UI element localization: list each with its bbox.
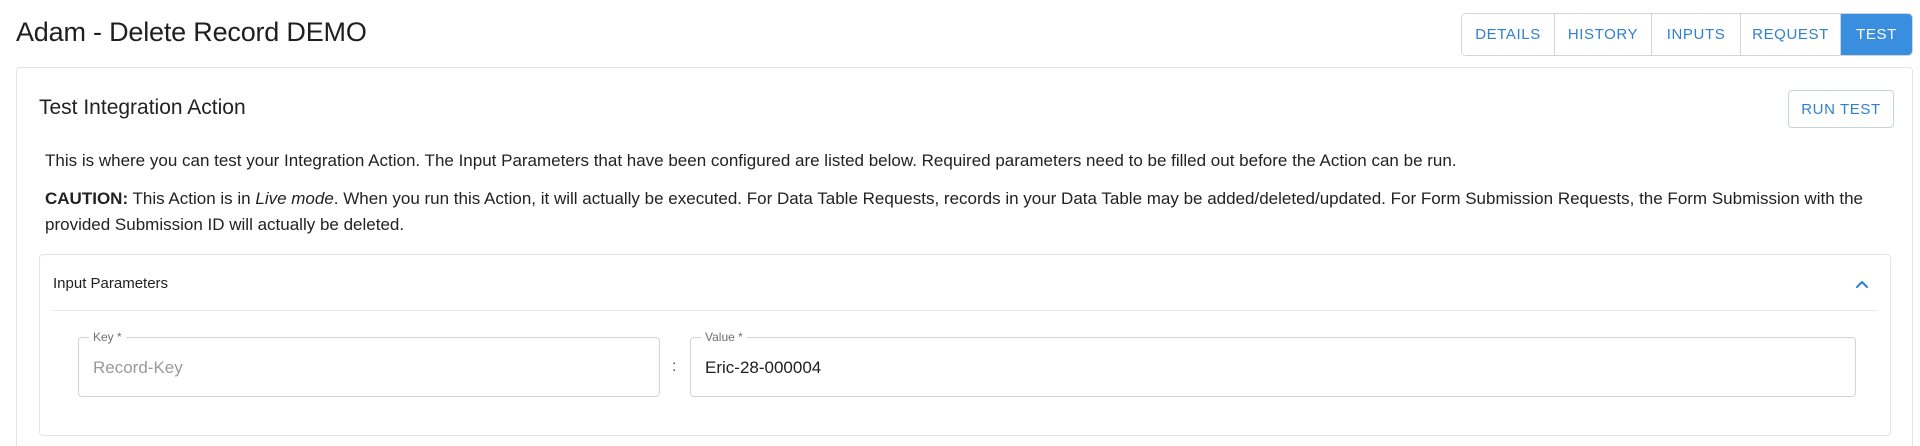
card-title: Test Integration Action bbox=[39, 96, 246, 119]
input-parameters-panel: Input Parameters Key * Record-Key : Valu… bbox=[39, 254, 1891, 436]
test-integration-card: Test Integration Action RUN TEST This is… bbox=[16, 67, 1913, 446]
key-value-separator: : bbox=[672, 358, 677, 375]
value-input[interactable]: Eric-28-000004 bbox=[705, 358, 821, 378]
run-test-button[interactable]: RUN TEST bbox=[1788, 90, 1894, 128]
key-field-label: Key * bbox=[89, 330, 126, 344]
tab-details[interactable]: DETAILS bbox=[1462, 14, 1555, 55]
tab-test[interactable]: TEST bbox=[1841, 14, 1912, 55]
chevron-up-icon[interactable] bbox=[1855, 277, 1869, 291]
caution-mode: Live mode bbox=[255, 189, 334, 208]
description-text: This is where you can test your Integrat… bbox=[45, 151, 1457, 170]
caution-text: CAUTION: This Action is in Live mode. Wh… bbox=[45, 186, 1895, 238]
tab-bar: DETAILS HISTORY INPUTS REQUEST TEST bbox=[1461, 13, 1913, 56]
value-field[interactable]: Value * Eric-28-000004 bbox=[690, 330, 1856, 397]
tab-inputs[interactable]: INPUTS bbox=[1652, 14, 1741, 55]
key-input[interactable]: Record-Key bbox=[93, 358, 183, 378]
tab-history[interactable]: HISTORY bbox=[1555, 14, 1652, 55]
value-field-label: Value * bbox=[701, 330, 747, 344]
caution-text-before: This Action is in bbox=[128, 189, 256, 208]
tab-request[interactable]: REQUEST bbox=[1741, 14, 1841, 55]
input-parameters-title: Input Parameters bbox=[53, 275, 169, 292]
caution-label: CAUTION: bbox=[45, 189, 129, 208]
input-parameters-header[interactable]: Input Parameters bbox=[53, 255, 1877, 311]
key-field[interactable]: Key * Record-Key bbox=[78, 330, 660, 397]
page-title: Adam - Delete Record DEMO bbox=[16, 17, 367, 47]
